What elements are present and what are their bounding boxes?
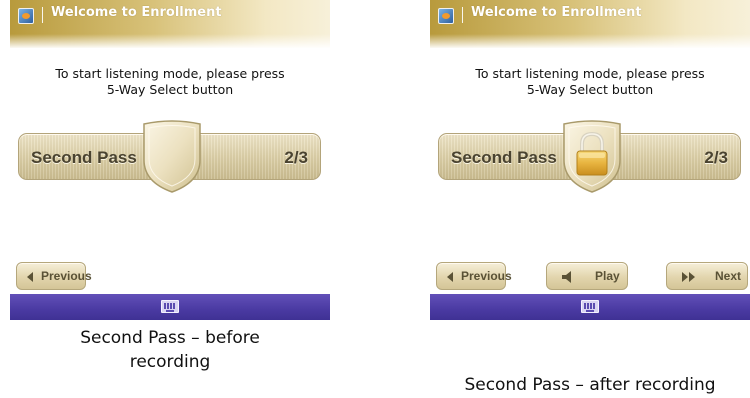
title-separator <box>42 7 43 23</box>
window-title: Welcome to Enrollment <box>51 5 222 20</box>
app-logo-icon[interactable] <box>18 8 34 24</box>
previous-label: Previous <box>461 269 512 283</box>
fast-forward-icon <box>682 272 695 282</box>
speaker-icon <box>562 271 571 283</box>
arrow-left-icon <box>447 272 453 282</box>
pass-label: Second Pass <box>31 148 137 167</box>
caption-before-line-1: Second Pass – before <box>80 328 260 348</box>
softkey-bar <box>430 294 750 320</box>
caption-after: Second Pass – after recording <box>464 375 716 395</box>
keyboard-icon[interactable] <box>581 300 599 313</box>
pass-count: 2/3 <box>284 148 308 167</box>
arrow-left-icon <box>27 272 33 282</box>
pass-label: Second Pass <box>451 148 557 167</box>
enrollment-screen-before: Welcome to Enrollment To start listening… <box>10 0 330 320</box>
instructions-text: To start listening mode, please press 5-… <box>10 66 330 98</box>
play-label: Play <box>595 269 620 283</box>
keyboard-icon[interactable] <box>161 300 179 313</box>
caption-before-line-2: recording <box>129 352 211 372</box>
title-bar: Welcome to Enrollment <box>430 0 750 48</box>
pass-count: 2/3 <box>704 148 728 167</box>
next-label: Next <box>715 269 742 283</box>
softkey-bar <box>10 294 330 320</box>
play-button[interactable]: Play <box>546 262 628 290</box>
title-separator <box>462 7 463 23</box>
window-title: Welcome to Enrollment <box>471 5 642 20</box>
app-logo-icon[interactable] <box>438 8 454 24</box>
enrollment-screen-after: Welcome to Enrollment To start listening… <box>430 0 750 320</box>
instructions-line-1: To start listening mode, please press <box>55 66 285 81</box>
instructions-text: To start listening mode, please press 5-… <box>430 66 750 98</box>
instructions-line-2: 5-Way Select button <box>526 82 654 97</box>
shield-icon <box>140 120 204 194</box>
previous-button[interactable]: Previous <box>436 262 512 290</box>
previous-button[interactable]: Previous <box>16 262 92 290</box>
title-bar: Welcome to Enrollment <box>10 0 330 48</box>
caption-before: Second Pass – before recording <box>10 326 330 374</box>
previous-label: Previous <box>41 269 92 283</box>
instructions-line-2: 5-Way Select button <box>106 82 234 97</box>
instructions-line-1: To start listening mode, please press <box>475 66 705 81</box>
next-button[interactable]: Next <box>666 262 748 290</box>
shield-lock-icon <box>560 120 624 194</box>
